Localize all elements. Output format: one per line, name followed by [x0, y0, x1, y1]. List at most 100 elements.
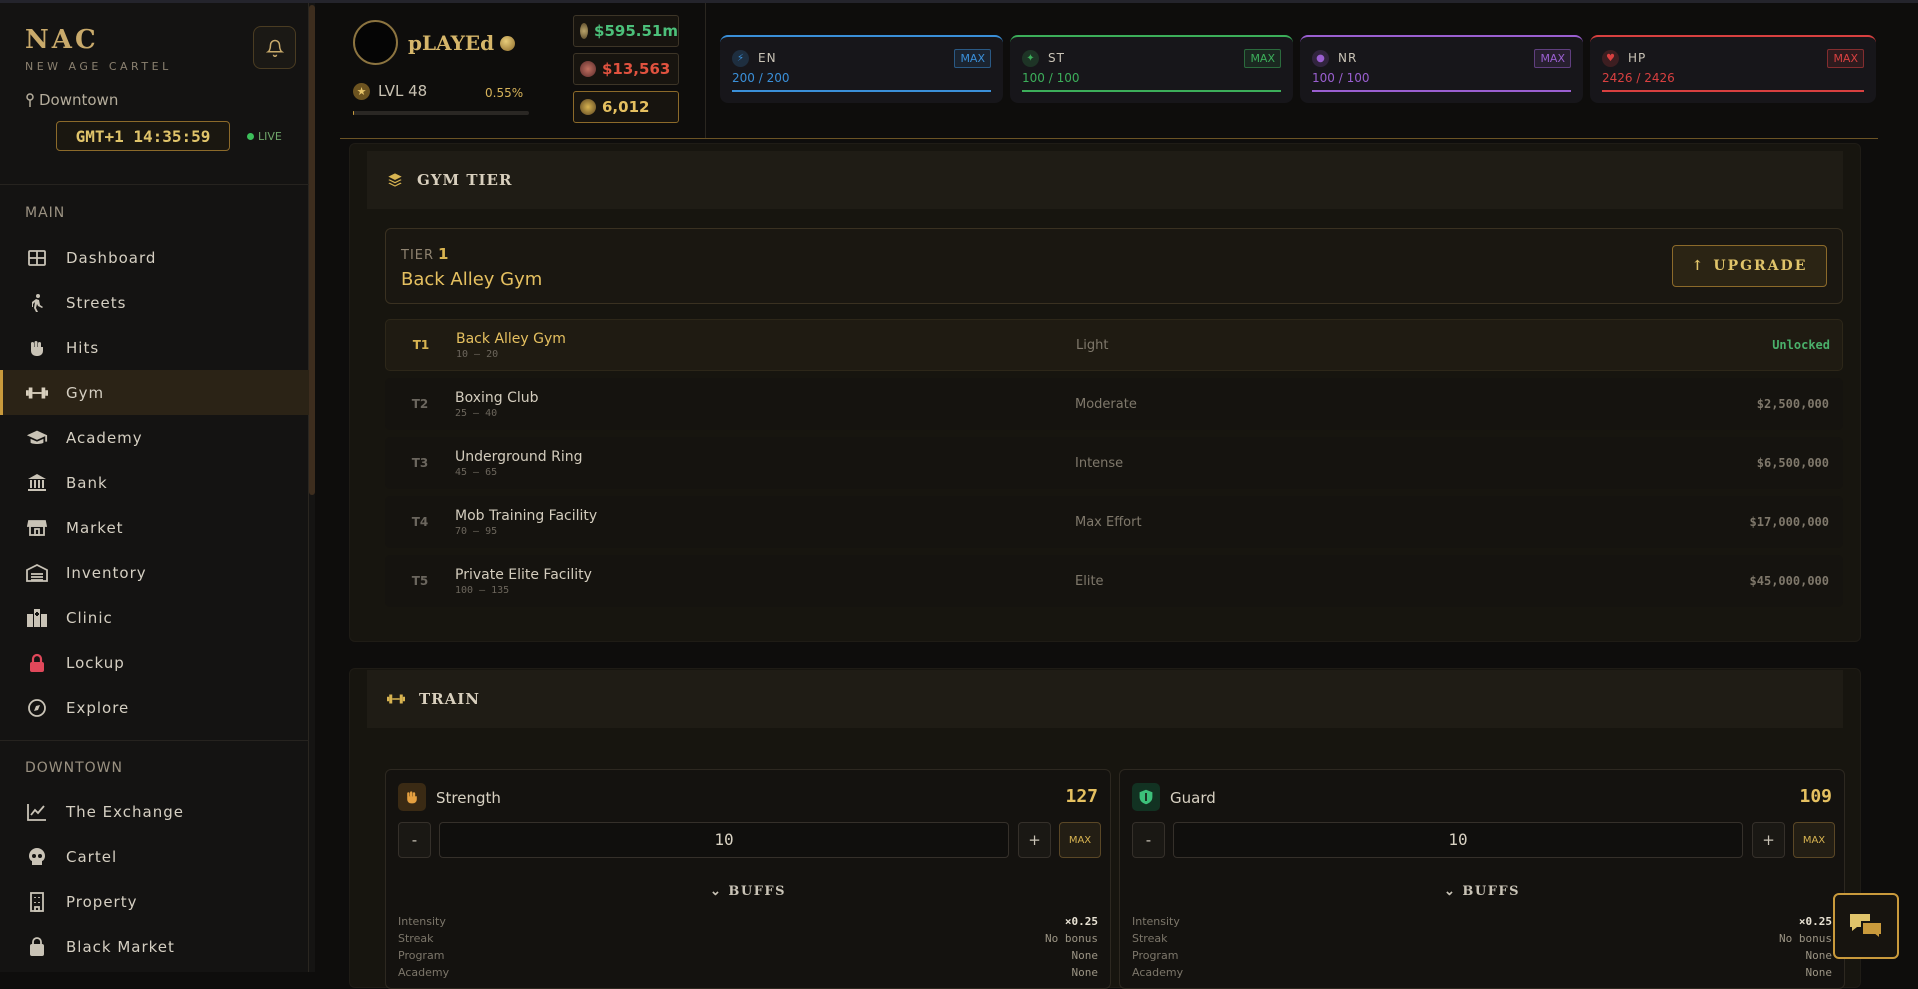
stat-en[interactable]: ⚡ EN 200 / 200 MAX	[720, 35, 1003, 103]
max-button[interactable]: MAX	[1793, 822, 1835, 858]
buff-row: Academy None	[1132, 966, 1832, 982]
tier-row-price: Unlocked	[1772, 338, 1830, 352]
buff-value: None	[1071, 949, 1099, 962]
stat-st-icon: ✦	[1022, 50, 1039, 67]
quantity-input[interactable]: 10	[439, 822, 1009, 858]
sidebar-item-inventory[interactable]: Inventory	[0, 550, 309, 595]
buff-key: Intensity	[398, 915, 446, 928]
sidebar-item-clinic[interactable]: Clinic	[0, 595, 309, 640]
tier-number: 1	[438, 245, 450, 263]
tier-row[interactable]: T4 Mob Training Facility 70 – 95 Max Effort…	[385, 496, 1843, 548]
skull-icon	[26, 846, 48, 868]
tier-row-price: $6,500,000	[1756, 456, 1829, 470]
stat-hp[interactable]: ♥ HP 2426 / 2426 MAX	[1590, 35, 1876, 103]
player-name[interactable]: pLAYEd	[408, 31, 516, 55]
tier-row[interactable]: T3 Underground Ring 45 – 65 Intense $6,500,0…	[385, 437, 1843, 489]
brand-subtitle: NEW AGE CARTEL	[25, 60, 172, 73]
tier-row[interactable]: T5 Private Elite Facility 100 – 135 Elite $4…	[385, 555, 1843, 607]
chat-button[interactable]	[1833, 893, 1899, 959]
fist-icon	[26, 337, 48, 359]
stat-max-badge: MAX	[1244, 49, 1281, 68]
live-label: LIVE	[258, 130, 282, 143]
buff-row: Intensity ×0.25	[398, 915, 1098, 931]
tier-row[interactable]: T1 Back Alley Gym 10 – 20 Light Unlocked	[385, 319, 1843, 371]
stat-nr-icon: ●	[1312, 50, 1329, 67]
divider	[0, 740, 309, 741]
tier-row-name-cell: Mob Training Facility 70 – 95	[455, 508, 1075, 537]
stat-value: 200 / 200	[732, 71, 790, 85]
location-label: Downtown	[39, 91, 119, 109]
tier-row-range: 70 – 95	[455, 525, 498, 537]
buff-key: Program	[398, 949, 445, 962]
buff-key: Streak	[398, 932, 434, 945]
sidebar-item-market[interactable]: Market	[0, 505, 309, 550]
sidebar-item-label: Dashboard	[66, 248, 157, 267]
tier-row-intensity: Light	[1076, 337, 1109, 353]
train-card-guard: Guard 109 -10 + MAX ⌄ BUFFS Intensity ×0.25 Stre…	[1119, 769, 1845, 989]
stat-value: 100 / 100	[1312, 71, 1370, 85]
points-display[interactable]: 6,012	[573, 91, 679, 123]
layers-icon	[388, 173, 402, 187]
buff-row: Streak No bonus	[1132, 932, 1832, 948]
notifications-button[interactable]	[253, 26, 296, 69]
decrement-button[interactable]: -	[1132, 822, 1165, 858]
cash-display[interactable]: $595.51m	[573, 15, 679, 47]
grid-icon	[26, 247, 48, 269]
stat-label: ST	[1048, 51, 1065, 65]
buff-row: Program None	[1132, 949, 1832, 965]
buff-row: Program None	[398, 949, 1098, 965]
train-stat-value: 127	[1065, 786, 1098, 807]
tier-row-name: Underground Ring	[455, 448, 583, 465]
tier-id: T2	[411, 397, 429, 411]
sidebar-item-label: Black Market	[66, 937, 175, 956]
stat-st[interactable]: ✦ ST 100 / 100 MAX	[1010, 35, 1293, 103]
sidebar-item-property[interactable]: Property	[0, 879, 309, 924]
buff-row: Academy None	[398, 966, 1098, 982]
player-name-label: pLAYEd	[408, 31, 495, 55]
sidebar-item-bank[interactable]: Bank	[0, 460, 309, 505]
train-card-strength: Strength 127 -10 + MAX ⌄ BUFFS Intensity ×0.25 S…	[385, 769, 1111, 989]
sidebar-item-black-market[interactable]: Black Market	[0, 924, 309, 969]
decrement-button[interactable]: -	[398, 822, 431, 858]
tier-row[interactable]: T2 Boxing Club 25 – 40 Moderate $2,500,000	[385, 378, 1843, 430]
sidebar-item-streets[interactable]: Streets	[0, 280, 309, 325]
upgrade-button[interactable]: ↑ UPGRADE	[1672, 245, 1827, 287]
sidebar-item-explore[interactable]: Explore	[0, 685, 309, 730]
dumbbell-icon	[387, 694, 405, 704]
buffs-label: BUFFS	[728, 884, 787, 899]
tier-id: T3	[411, 456, 429, 470]
tier-row-price: $45,000,000	[1749, 574, 1829, 588]
increment-button[interactable]: +	[1752, 822, 1785, 858]
buffs-toggle[interactable]: ⌄ BUFFS	[1120, 884, 1844, 899]
buff-key: Academy	[1132, 966, 1184, 979]
current-tier-card: TIER 1 Back Alley Gym ↑ UPGRADE	[385, 228, 1843, 304]
dirty-money-display[interactable]: $13,563	[573, 53, 679, 85]
sidebar-item-gym[interactable]: Gym	[0, 370, 309, 415]
max-button[interactable]: MAX	[1059, 822, 1101, 858]
header-divider	[340, 138, 1878, 139]
sidebar-item-academy[interactable]: Academy	[0, 415, 309, 460]
xp-bar-fill	[353, 111, 354, 115]
walking-icon	[26, 292, 48, 314]
sidebar-item-cartel[interactable]: Cartel	[0, 834, 309, 879]
tier-row-intensity: Max Effort	[1075, 514, 1142, 530]
quantity-input[interactable]: 10	[1173, 822, 1743, 858]
gym-tier-title: GYM TIER	[417, 171, 513, 189]
sidebar-item-label: Explore	[66, 698, 130, 717]
increment-button[interactable]: +	[1018, 822, 1051, 858]
buff-value: ×0.25	[1064, 915, 1098, 928]
tier-id: T5	[411, 574, 429, 588]
sidebar-item-the-exchange[interactable]: The Exchange	[0, 789, 309, 834]
avatar[interactable]	[353, 20, 398, 65]
stat-hp-icon: ♥	[1602, 50, 1619, 67]
tier-row-name: Boxing Club	[455, 389, 539, 406]
sidebar-item-dashboard[interactable]: Dashboard	[0, 235, 309, 280]
sidebar-scrollbar-thumb[interactable]	[309, 5, 315, 495]
fist-icon	[398, 783, 426, 811]
sidebar-item-hits[interactable]: Hits	[0, 325, 309, 370]
train-stat-name: Guard	[1170, 789, 1216, 807]
stat-nr[interactable]: ● NR 100 / 100 MAX	[1300, 35, 1583, 103]
sidebar-item-label: Cartel	[66, 847, 118, 866]
sidebar-item-lockup[interactable]: Lockup	[0, 640, 309, 685]
buffs-toggle[interactable]: ⌄ BUFFS	[386, 884, 1110, 899]
